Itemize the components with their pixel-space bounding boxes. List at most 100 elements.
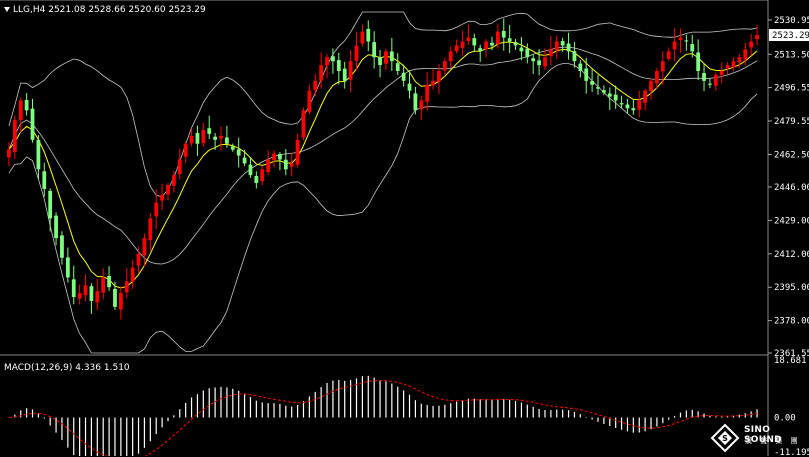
middle-band-line	[8, 46, 758, 265]
low-value: 2520.60	[128, 5, 166, 15]
candle-body	[283, 159, 288, 170]
candle-body	[89, 286, 94, 301]
candle-body	[554, 41, 559, 51]
candle-body	[372, 42, 377, 58]
logo-mark-icon: S	[710, 423, 740, 453]
candle-body	[171, 175, 176, 186]
candle-body	[719, 70, 724, 75]
dropdown-triangle-icon[interactable]	[4, 7, 10, 12]
candle-body	[266, 159, 271, 173]
candle-body	[660, 61, 665, 72]
candle-body	[713, 74, 718, 86]
candle-body	[631, 108, 636, 111]
candle-body	[313, 80, 318, 91]
candle-body	[195, 132, 200, 144]
candle-body	[625, 104, 630, 109]
price-tick-label: 2446.00	[774, 183, 809, 193]
price-tick-label: 2378.00	[774, 317, 809, 327]
candle-body	[531, 58, 536, 62]
candle-body	[160, 194, 164, 201]
candle-body	[666, 51, 671, 59]
candle-body	[154, 202, 159, 217]
candle-body	[702, 73, 706, 81]
candle-body	[678, 37, 683, 41]
candle-body	[213, 136, 218, 140]
candle-body	[360, 31, 365, 44]
candles-group	[7, 18, 759, 320]
candle-body	[148, 218, 153, 241]
candle-body	[342, 68, 347, 81]
current-price-label: 2523.29	[772, 31, 809, 41]
candle-body	[649, 80, 653, 91]
price-tick-label: 2530.95	[774, 16, 809, 26]
candle-body	[189, 135, 194, 144]
chart-header: LLG,H4 2521.08 2528.66 2520.60 2523.29	[4, 5, 206, 15]
candle-body	[254, 176, 259, 184]
macd-signal-value: 1.510	[103, 363, 130, 373]
candle-body	[384, 51, 388, 64]
candle-body	[42, 171, 47, 189]
candle-body	[60, 235, 64, 258]
candle-body	[525, 48, 530, 58]
ema-line	[8, 41, 758, 289]
candle-body	[584, 68, 589, 81]
macd-tick-label: 18.681	[774, 356, 807, 366]
candle-body	[183, 143, 188, 157]
candle-body	[690, 44, 695, 52]
candle-body	[537, 60, 541, 66]
candle-body	[207, 128, 212, 134]
sino-sound-logo: S SINO SOUND 漢 聲 集 團	[710, 423, 806, 453]
candle-body	[12, 120, 17, 152]
candle-body	[490, 42, 494, 46]
candle-body	[331, 56, 335, 62]
candle-body	[613, 94, 618, 101]
open-value: 2521.08	[48, 5, 86, 15]
candle-body	[36, 139, 41, 170]
high-value: 2528.66	[88, 5, 126, 15]
candle-body	[501, 30, 506, 38]
candle-body	[543, 57, 547, 67]
candle-body	[130, 267, 135, 282]
candle-body	[71, 279, 76, 298]
candle-body	[731, 61, 736, 68]
candle-body	[95, 291, 100, 303]
candle-body	[301, 110, 306, 138]
candle-body	[24, 99, 29, 111]
candle-body	[389, 51, 394, 62]
moving-average-line	[8, 41, 758, 289]
candle-body	[248, 164, 253, 176]
candle-body	[448, 51, 453, 62]
candle-body	[419, 100, 424, 110]
candle-body	[684, 40, 689, 42]
candle-body	[407, 83, 412, 91]
candle-body	[325, 57, 329, 66]
candle-body	[136, 253, 141, 266]
candle-body	[696, 52, 701, 71]
candle-body	[83, 285, 88, 296]
candle-body	[242, 157, 247, 164]
candle-body	[637, 100, 642, 110]
candle-body	[177, 159, 182, 175]
candle-body	[519, 47, 524, 52]
candle-body	[236, 149, 241, 156]
candle-body	[643, 90, 648, 103]
candle-body	[48, 190, 53, 219]
candle-body	[495, 31, 500, 45]
macd-main-value: 4.336	[75, 363, 101, 373]
candle-body	[460, 41, 465, 49]
chart-frame	[0, 0, 769, 456]
candle-body	[437, 70, 441, 82]
candle-body	[431, 80, 435, 86]
candle-body	[307, 90, 312, 113]
candle-body	[755, 35, 759, 40]
candle-body	[295, 139, 300, 165]
candle-body	[425, 84, 430, 102]
candle-body	[484, 41, 488, 50]
candle-body	[572, 51, 577, 62]
candle-body	[77, 293, 82, 299]
candle-body	[607, 93, 612, 97]
price-chart[interactable]: 2530.95 2513.50 2496.55 2479.55 2462.50 2446.…	[0, 0, 809, 456]
candle-body	[590, 81, 595, 85]
price-tick-label: 2462.50	[774, 151, 809, 161]
candle-body	[348, 61, 353, 80]
